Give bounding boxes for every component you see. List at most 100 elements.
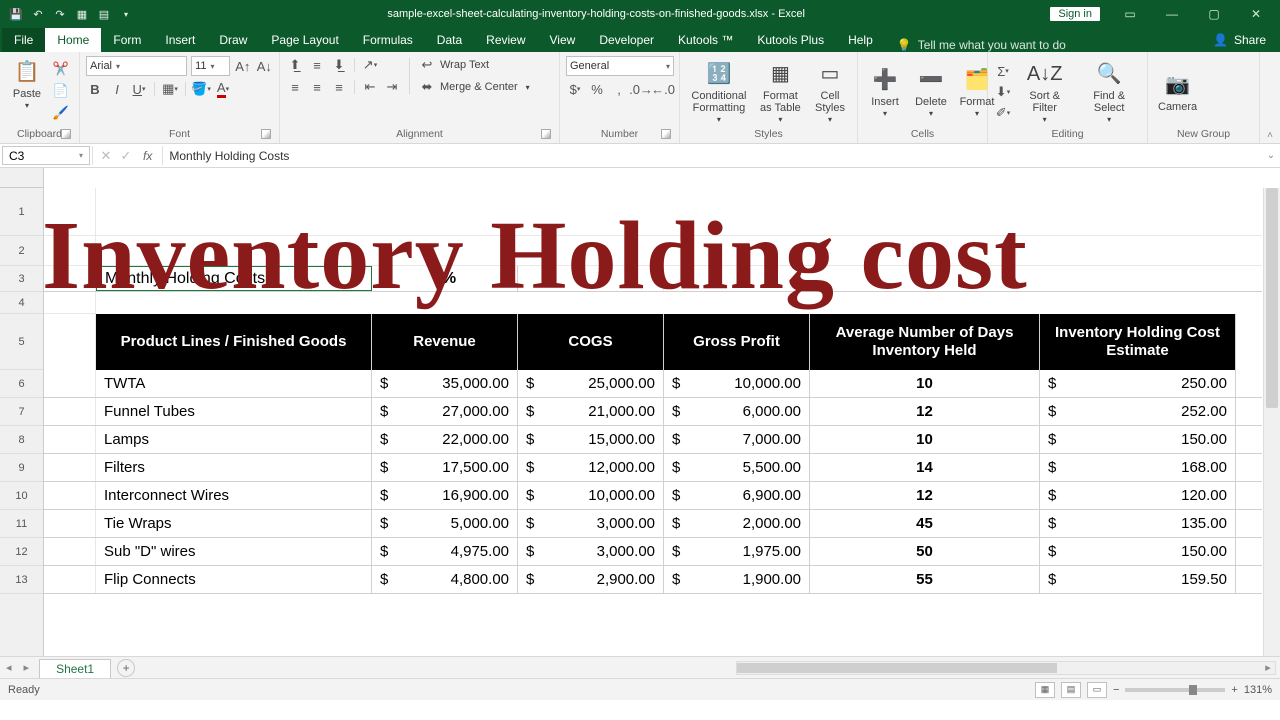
name-box[interactable]: C3▾ xyxy=(2,146,90,165)
fill-icon[interactable]: ⬇▾ xyxy=(994,83,1012,101)
view-layout-icon[interactable]: ▤ xyxy=(1061,682,1081,698)
tab-nav-next-icon[interactable]: ▸ xyxy=(18,661,36,674)
font-color-icon[interactable]: A▾ xyxy=(214,80,232,98)
dialog-launcher-icon[interactable] xyxy=(541,129,551,139)
zoom-percent[interactable]: 131% xyxy=(1244,684,1272,696)
tab-page-layout[interactable]: Page Layout xyxy=(259,28,350,52)
tab-data[interactable]: Data xyxy=(425,28,474,52)
table-row[interactable]: Filters$17,500.00$12,000.00$5,500.0014$1… xyxy=(44,454,1262,482)
minimize-icon[interactable]: ― xyxy=(1152,0,1192,28)
tab-nav-prev-icon[interactable]: ◂ xyxy=(0,661,18,674)
cell-days[interactable]: 55 xyxy=(810,566,1040,593)
cell-estimate[interactable]: $252.00 xyxy=(1040,398,1236,425)
table-row[interactable]: Interconnect Wires$16,900.00$10,000.00$6… xyxy=(44,482,1262,510)
row-header[interactable]: 8 xyxy=(0,426,43,454)
customize-icon[interactable]: ▾ xyxy=(118,6,134,22)
tab-file[interactable]: File xyxy=(2,28,45,52)
cut-icon[interactable]: ✂️ xyxy=(52,60,70,78)
borders-icon[interactable]: ▦▾ xyxy=(161,80,179,98)
shrink-font-icon[interactable]: A↓ xyxy=(256,57,273,75)
cell-cogs[interactable]: $10,000.00 xyxy=(518,482,664,509)
tab-review[interactable]: Review xyxy=(474,28,537,52)
fill-color-icon[interactable]: 🪣▾ xyxy=(192,80,210,98)
cell-revenue[interactable]: $35,000.00 xyxy=(372,370,518,397)
row-header[interactable]: 11 xyxy=(0,510,43,538)
bold-icon[interactable]: B xyxy=(86,80,104,98)
cell-product[interactable]: Filters xyxy=(96,454,372,481)
align-top-icon[interactable]: ⬆̲ xyxy=(286,56,304,74)
close-icon[interactable]: ✕ xyxy=(1236,0,1276,28)
cell-revenue[interactable]: $4,800.00 xyxy=(372,566,518,593)
tab-help[interactable]: Help xyxy=(836,28,885,52)
row-header[interactable]: 12 xyxy=(0,538,43,566)
row-header[interactable]: 7 xyxy=(0,398,43,426)
fx-icon[interactable]: fx xyxy=(137,149,158,163)
tab-insert[interactable]: Insert xyxy=(153,28,207,52)
cell-styles-button[interactable]: ▭Cell Styles▾ xyxy=(809,58,851,127)
new-sheet-button[interactable]: + xyxy=(117,659,135,677)
tab-kutools[interactable]: Kutools ™ xyxy=(666,28,745,52)
cell-revenue[interactable]: $5,000.00 xyxy=(372,510,518,537)
redo-icon[interactable]: ↷ xyxy=(52,6,68,22)
cell-estimate[interactable]: $120.00 xyxy=(1040,482,1236,509)
cell-cogs[interactable]: $2,900.00 xyxy=(518,566,664,593)
row-header[interactable]: 10 xyxy=(0,482,43,510)
cell-cogs[interactable]: $15,000.00 xyxy=(518,426,664,453)
table-row[interactable]: Sub "D" wires$4,975.00$3,000.00$1,975.00… xyxy=(44,538,1262,566)
table-row[interactable]: Flip Connects$4,800.00$2,900.00$1,900.00… xyxy=(44,566,1262,594)
cell-product[interactable]: Funnel Tubes xyxy=(96,398,372,425)
increase-decimal-icon[interactable]: .0→ xyxy=(632,80,650,98)
indent-increase-icon[interactable]: ⇥ xyxy=(383,78,401,96)
zoom-out-icon[interactable]: − xyxy=(1113,684,1119,696)
enter-icon[interactable]: ✓ xyxy=(117,147,135,165)
qat-icon[interactable]: ▦ xyxy=(74,6,90,22)
share-button[interactable]: 👤 Share xyxy=(1199,28,1280,52)
row-header[interactable]: 2 xyxy=(0,236,43,266)
expand-formula-icon[interactable]: ⌄ xyxy=(1262,144,1280,167)
tab-kutools-plus[interactable]: Kutools Plus xyxy=(745,28,836,52)
cell-gross-profit[interactable]: $1,975.00 xyxy=(664,538,810,565)
cell-estimate[interactable]: $250.00 xyxy=(1040,370,1236,397)
cell-product[interactable]: TWTA xyxy=(96,370,372,397)
cell-cogs[interactable]: $12,000.00 xyxy=(518,454,664,481)
paste-button[interactable]: 📋 Paste ▾ xyxy=(6,56,48,113)
delete-cells-button[interactable]: ➖Delete▾ xyxy=(910,64,952,121)
select-all-corner[interactable] xyxy=(0,168,44,188)
cell-days[interactable]: 14 xyxy=(810,454,1040,481)
maximize-icon[interactable]: ▢ xyxy=(1194,0,1234,28)
tell-me-search[interactable]: 💡 Tell me what you want to do xyxy=(897,38,1066,52)
insert-cells-button[interactable]: ➕Insert▾ xyxy=(864,64,906,121)
cell-estimate[interactable]: $150.00 xyxy=(1040,538,1236,565)
cell-revenue[interactable]: $16,900.00 xyxy=(372,482,518,509)
cell-gross-profit[interactable]: $10,000.00 xyxy=(664,370,810,397)
table-row[interactable]: Lamps$22,000.00$15,000.00$7,000.0010$150… xyxy=(44,426,1262,454)
cell-days[interactable]: 10 xyxy=(810,426,1040,453)
tab-view[interactable]: View xyxy=(538,28,588,52)
decrease-decimal-icon[interactable]: ←.0 xyxy=(654,80,672,98)
conditional-formatting-button[interactable]: 🔢Conditional Formatting▾ xyxy=(686,58,752,127)
cell-estimate[interactable]: $168.00 xyxy=(1040,454,1236,481)
sort-filter-button[interactable]: A↓ZSort & Filter▾ xyxy=(1016,58,1073,127)
tab-developer[interactable]: Developer xyxy=(587,28,666,52)
cell-cogs[interactable]: $21,000.00 xyxy=(518,398,664,425)
number-format-combo[interactable]: General▾ xyxy=(566,56,674,76)
sheet-tab-sheet1[interactable]: Sheet1 xyxy=(39,659,111,678)
zoom-in-icon[interactable]: + xyxy=(1231,684,1237,696)
cell-revenue[interactable]: $27,000.00 xyxy=(372,398,518,425)
copy-icon[interactable]: 📄 xyxy=(52,82,70,100)
grow-font-icon[interactable]: A↑ xyxy=(234,57,251,75)
cell-gross-profit[interactable]: $2,000.00 xyxy=(664,510,810,537)
clear-icon[interactable]: ✐▾ xyxy=(994,104,1012,122)
cell-days[interactable]: 12 xyxy=(810,482,1040,509)
percent-icon[interactable]: % xyxy=(588,80,606,98)
table-row[interactable]: TWTA$35,000.00$25,000.00$10,000.0010$250… xyxy=(44,370,1262,398)
cell-revenue[interactable]: $17,500.00 xyxy=(372,454,518,481)
dialog-launcher-icon[interactable] xyxy=(261,129,271,139)
signin-button[interactable]: Sign in xyxy=(1050,7,1100,21)
cell-days[interactable]: 12 xyxy=(810,398,1040,425)
cell-product[interactable]: Lamps xyxy=(96,426,372,453)
cell-revenue[interactable]: $4,975.00 xyxy=(372,538,518,565)
cell-days[interactable]: 50 xyxy=(810,538,1040,565)
cell-product[interactable]: Sub "D" wires xyxy=(96,538,372,565)
cell-days[interactable]: 10 xyxy=(810,370,1040,397)
